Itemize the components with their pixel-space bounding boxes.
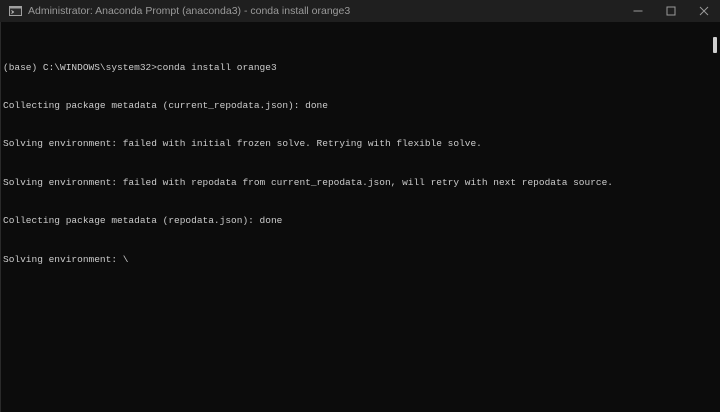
minimize-icon <box>633 10 642 12</box>
window-title: Administrator: Anaconda Prompt (anaconda… <box>28 5 351 17</box>
maximize-button[interactable] <box>654 0 687 22</box>
minimize-button[interactable] <box>621 0 654 22</box>
console-line: (base) C:\WINDOWS\system32>conda install… <box>3 61 277 73</box>
window-controls <box>621 0 720 22</box>
scrollbar-thumb[interactable] <box>713 37 717 53</box>
close-button[interactable] <box>687 0 720 22</box>
terminal-window: Administrator: Anaconda Prompt (anaconda… <box>0 0 720 412</box>
console-output[interactable]: (base) C:\WINDOWS\system32>conda install… <box>0 36 709 412</box>
console-line: Solving environment: \ <box>3 253 129 265</box>
close-icon <box>699 6 708 16</box>
maximize-icon <box>666 6 675 16</box>
title-bar[interactable]: Administrator: Anaconda Prompt (anaconda… <box>0 0 720 22</box>
vertical-scrollbar[interactable] <box>710 22 720 412</box>
console-line: Collecting package metadata (repodata.js… <box>3 215 283 227</box>
console-line: Solving environment: failed with repodat… <box>3 176 613 188</box>
console-line: Collecting package metadata (current_rep… <box>3 99 328 111</box>
terminal-icon <box>8 6 22 17</box>
console-line: Solving environment: failed with initial… <box>3 138 482 150</box>
